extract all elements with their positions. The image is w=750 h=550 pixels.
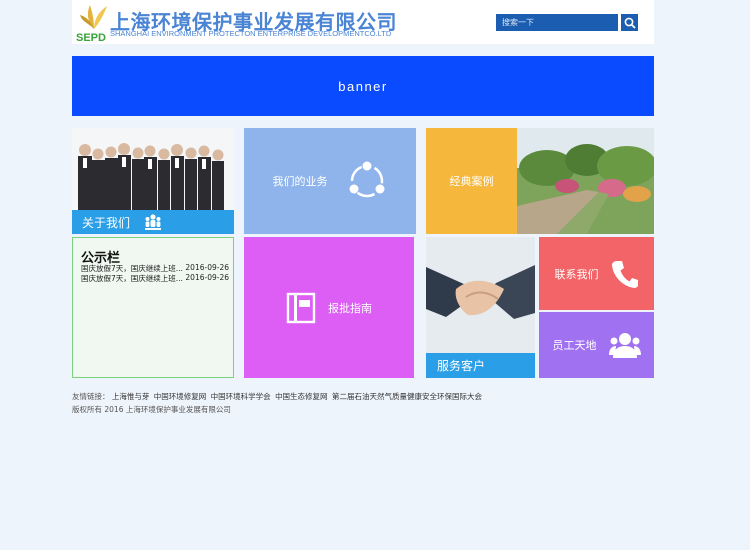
service-customers-label: 服务客户 — [437, 359, 486, 373]
friend-link[interactable]: 中国生态修复网 — [275, 392, 328, 401]
about-us-label: 关于我们 — [82, 215, 131, 230]
team-photo — [72, 128, 234, 210]
our-business-label: 我们的业务 — [272, 175, 328, 188]
people-group-icon — [145, 214, 162, 230]
service-customers-tile[interactable]: 服务客户 — [426, 237, 535, 378]
search-icon — [624, 17, 636, 29]
copyright: 版权所有 2016 上海环境保护事业发展有限公司 — [72, 405, 231, 414]
search-button[interactable] — [620, 13, 639, 32]
phone-icon — [611, 260, 638, 288]
classic-cases-label: 经典案例 — [449, 175, 494, 188]
logo[interactable]: SEPD — [74, 2, 110, 44]
friend-link[interactable]: 第二届石油天然气质量健康安全环保国际大会 — [332, 392, 482, 401]
site-header: SEPD 上海环境保护事业发展有限公司 SHANGHAI ENVIRONMENT… — [72, 0, 654, 44]
friend-links: 友情链接： 上海惟与芽 中国环境修复网 中国环境科学学会 中国生态修复网 第二届… — [72, 391, 484, 402]
share-network-icon — [349, 161, 384, 198]
search-input[interactable]: 搜索一下 — [496, 14, 618, 31]
handshake-photo — [426, 237, 535, 353]
classic-cases-tile[interactable]: 经典案例 — [426, 128, 517, 234]
approval-guide-label: 报批指南 — [328, 301, 372, 315]
notice-board: 公示栏 国庆放假7天，国庆继续上班... 2016-09-26 国庆放假7天，国… — [72, 237, 234, 378]
approval-guide-tile[interactable]: 报批指南 — [244, 237, 414, 378]
garden-image — [517, 128, 654, 234]
our-business-tile[interactable]: 我们的业务 — [244, 128, 416, 234]
notice-item-date: 2016-09-26 — [185, 263, 229, 272]
book-icon — [286, 292, 316, 323]
friend-links-label: 友情链接： — [72, 392, 110, 401]
friend-link[interactable]: 中国环境修复网 — [154, 392, 207, 401]
staff-world-tile[interactable]: 员工天地 — [539, 312, 654, 378]
company-name-en: SHANGHAI ENVIRONMENT PROTECTON ENTERPRIS… — [110, 29, 392, 38]
about-us-tile[interactable]: 关于我们 — [72, 128, 234, 234]
users-icon — [608, 333, 641, 358]
about-us-bar[interactable]: 关于我们 — [72, 210, 234, 234]
banner[interactable]: banner — [72, 56, 654, 116]
garden-photo[interactable] — [517, 128, 654, 234]
friend-link[interactable]: 上海惟与芽 — [112, 392, 150, 401]
friend-link[interactable]: 中国环境科学学会 — [211, 392, 271, 401]
notice-item-text: 国庆放假7天，国庆继续上班... — [81, 264, 183, 273]
staff-world-label: 员工天地 — [552, 339, 597, 352]
notice-item-text: 国庆放假7天，国庆继续上班... — [81, 274, 183, 283]
notice-item[interactable]: 国庆放假7天，国庆继续上班... 2016-09-26 — [81, 273, 229, 284]
service-customers-bar[interactable]: 服务客户 — [426, 353, 535, 378]
logo-text: SEPD — [76, 32, 106, 44]
logo-leaves-icon — [80, 5, 107, 29]
contact-us-label: 联系我们 — [554, 267, 599, 281]
notice-item-date: 2016-09-26 — [185, 273, 229, 282]
contact-us-tile[interactable]: 联系我们 — [539, 237, 654, 310]
